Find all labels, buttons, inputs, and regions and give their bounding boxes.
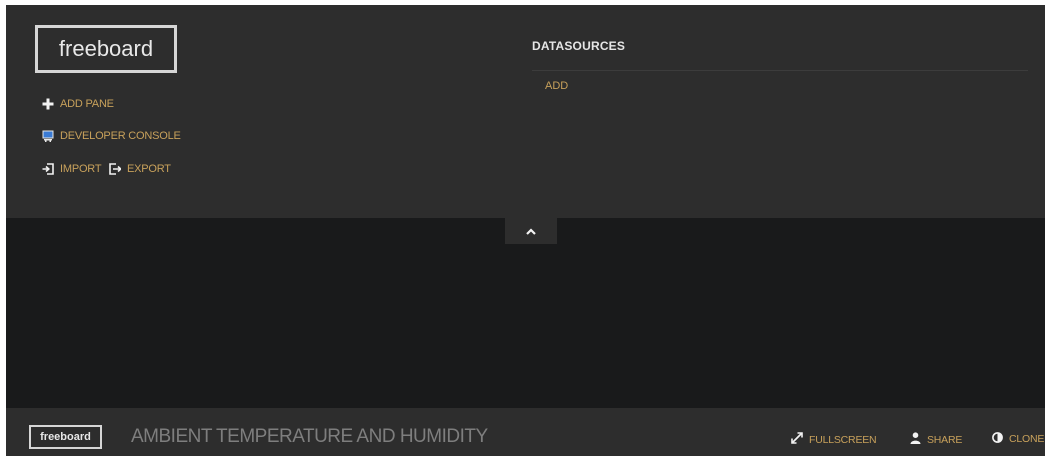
clone-button[interactable]: CLONE bbox=[992, 432, 1044, 446]
add-pane-label: ADD PANE bbox=[60, 98, 114, 110]
admin-panel: freeboard ADD PANE DEVELOPER CONSOLE IMP… bbox=[6, 5, 1045, 218]
console-icon bbox=[42, 130, 54, 142]
export-label: EXPORT bbox=[127, 163, 171, 175]
clone-label: CLONE bbox=[1009, 433, 1045, 445]
clone-icon bbox=[992, 432, 1003, 446]
dashboard-title[interactable]: AMBIENT TEMPERATURE AND HUMIDITY bbox=[131, 426, 488, 448]
footer-freeboard-logo[interactable]: freeboard bbox=[29, 425, 102, 449]
import-button[interactable]: IMPORT bbox=[42, 163, 102, 175]
fullscreen-icon bbox=[791, 432, 803, 447]
fullscreen-button[interactable]: FULLSCREEN bbox=[791, 432, 877, 447]
freeboard-logo: freeboard bbox=[35, 25, 177, 73]
add-pane-button[interactable]: ADD PANE bbox=[42, 98, 114, 110]
dashboard-footer: freeboard AMBIENT TEMPERATURE AND HUMIDI… bbox=[6, 408, 1045, 456]
import-icon bbox=[42, 163, 54, 175]
developer-console-button[interactable]: DEVELOPER CONSOLE bbox=[42, 130, 181, 142]
export-icon bbox=[109, 163, 123, 175]
share-label: SHARE bbox=[927, 433, 963, 446]
fullscreen-label: FULLSCREEN bbox=[809, 433, 877, 446]
user-icon bbox=[910, 432, 921, 447]
footer-logo-text: freeboard bbox=[40, 431, 91, 443]
logo-text: freeboard bbox=[58, 36, 154, 61]
share-button[interactable]: SHARE bbox=[910, 432, 962, 447]
add-datasource-link[interactable]: ADD bbox=[545, 80, 568, 92]
plus-icon bbox=[42, 98, 54, 110]
datasources-heading: DATASOURCES bbox=[532, 39, 626, 53]
import-label: IMPORT bbox=[60, 163, 102, 175]
datasources-divider bbox=[532, 70, 1028, 71]
toggle-admin-button[interactable] bbox=[505, 218, 557, 244]
chevron-up-icon bbox=[526, 222, 536, 240]
developer-console-label: DEVELOPER CONSOLE bbox=[60, 130, 181, 142]
export-button[interactable]: EXPORT bbox=[109, 163, 171, 175]
app-frame: freeboard ADD PANE DEVELOPER CONSOLE IMP… bbox=[6, 5, 1045, 456]
